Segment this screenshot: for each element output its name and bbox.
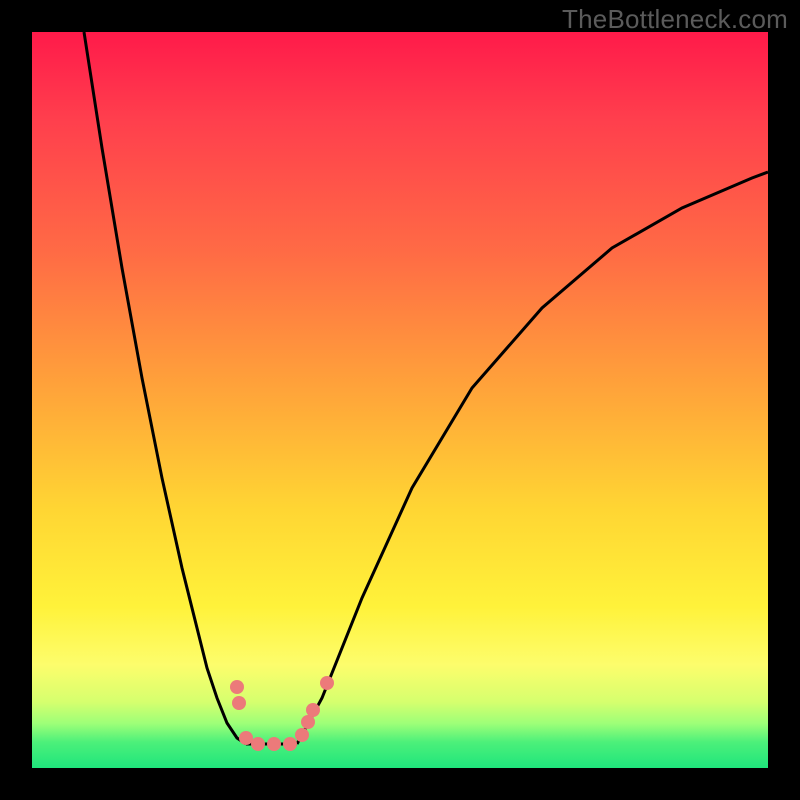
data-dot (267, 737, 281, 751)
data-dot (306, 703, 320, 717)
data-dot (320, 676, 334, 690)
data-dot (230, 680, 244, 694)
data-dot (232, 696, 246, 710)
data-dot (283, 737, 297, 751)
watermark-text: TheBottleneck.com (562, 4, 788, 35)
data-dot (251, 737, 265, 751)
left-curve (84, 32, 246, 744)
data-dot (239, 731, 253, 745)
right-curve (297, 172, 768, 744)
data-dot (295, 728, 309, 742)
chart-frame: TheBottleneck.com (0, 0, 800, 800)
data-dot (301, 715, 315, 729)
data-dots (230, 676, 334, 751)
plot-area (32, 32, 768, 768)
curve-layer (32, 32, 768, 768)
